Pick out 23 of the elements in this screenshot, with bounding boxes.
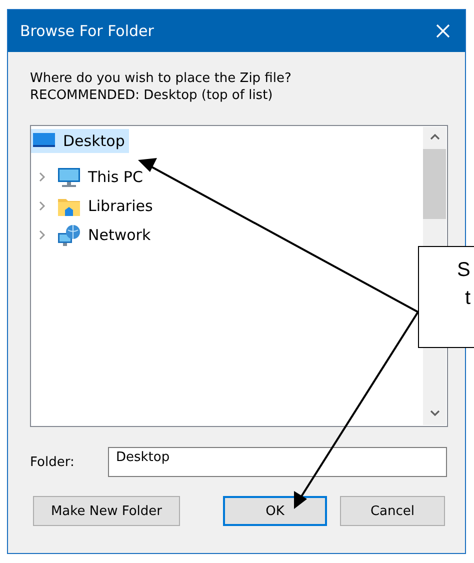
expand-icon[interactable] [37, 200, 47, 212]
window-title: Browse For Folder [20, 22, 154, 40]
dialog-button[interactable]: Make New Folder [33, 496, 180, 526]
folder-field[interactable]: Desktop [108, 447, 447, 477]
network-icon [57, 224, 81, 246]
tree-item[interactable]: Desktop [31, 129, 129, 153]
expand-icon[interactable] [37, 228, 47, 240]
prompt-text: Where do you wish to place the Zip file? [30, 70, 292, 87]
tree-item[interactable]: Libraries [56, 194, 157, 218]
tree-item[interactable]: Network [56, 222, 155, 246]
scroll-up-icon[interactable] [430, 133, 440, 141]
prompt-text: RECOMMENDED: Desktop (top of list) [30, 87, 274, 104]
computer-icon [57, 166, 81, 188]
dialog-button[interactable]: OK [223, 496, 327, 526]
close-icon [435, 23, 451, 39]
folder-label: Folder: [30, 454, 76, 470]
expand-icon[interactable] [37, 170, 47, 182]
tree-item[interactable]: This PC [56, 164, 147, 188]
dialog-button[interactable]: Cancel [340, 496, 445, 526]
scroll-thumb[interactable] [423, 149, 446, 219]
callout-text: t [465, 287, 471, 310]
callout-text: S [457, 259, 470, 282]
scroll-down-icon[interactable] [430, 409, 440, 417]
